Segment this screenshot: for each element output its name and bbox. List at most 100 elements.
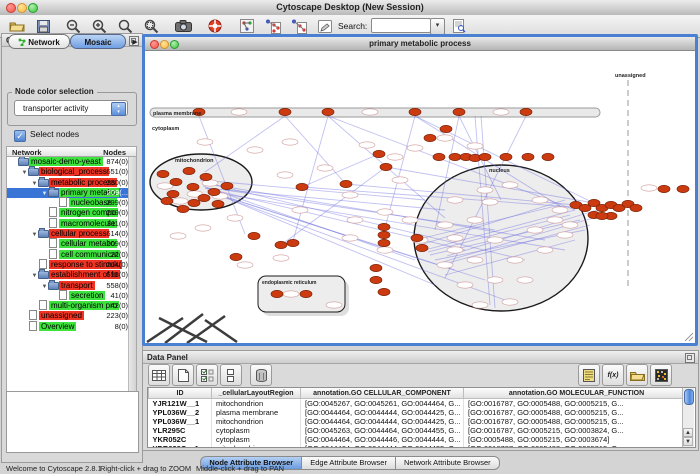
attribute-table-icon[interactable] bbox=[148, 364, 170, 386]
tree-item[interactable]: ▼biological_process651(0) bbox=[7, 167, 136, 177]
selected-node[interactable] bbox=[212, 200, 224, 207]
selected-node[interactable] bbox=[380, 163, 392, 170]
selected-node[interactable] bbox=[370, 276, 382, 283]
table-scrollbar[interactable]: ▲ ▼ bbox=[682, 388, 694, 447]
network-canvas[interactable]: plasma membrane cytoplasm mitochondrion … bbox=[145, 50, 695, 343]
node[interactable] bbox=[532, 197, 548, 203]
selected-node[interactable] bbox=[188, 199, 200, 206]
node[interactable] bbox=[387, 154, 403, 160]
table-column-header[interactable]: annotation.GO MOLECULAR_FUNCTION bbox=[464, 388, 690, 399]
float-data-panel-icon[interactable] bbox=[685, 353, 695, 363]
tree-item[interactable]: cellular metabo209(0) bbox=[7, 239, 136, 249]
node[interactable] bbox=[277, 172, 293, 178]
selected-node[interactable] bbox=[479, 153, 491, 160]
selected-node[interactable] bbox=[522, 153, 534, 160]
attribute-matrix-icon[interactable] bbox=[650, 364, 672, 386]
node[interactable] bbox=[392, 177, 408, 183]
selected-node[interactable] bbox=[500, 153, 512, 160]
advanced-search-icon[interactable] bbox=[448, 17, 470, 35]
selected-node[interactable] bbox=[200, 173, 212, 180]
node[interactable] bbox=[447, 235, 463, 241]
node[interactable] bbox=[477, 187, 493, 193]
tree-item[interactable]: ▼establishment of lo558(0) bbox=[7, 270, 136, 280]
selected-node[interactable] bbox=[275, 241, 287, 248]
table-row[interactable]: YKR052Ccytoplasm[GO:0044464, GO:0044446,… bbox=[149, 435, 690, 444]
node[interactable] bbox=[273, 255, 289, 261]
table-column-header[interactable]: ID bbox=[149, 388, 212, 399]
node[interactable] bbox=[326, 302, 342, 308]
node[interactable] bbox=[377, 247, 393, 253]
selected-node[interactable] bbox=[378, 239, 390, 246]
selected-node[interactable] bbox=[177, 205, 189, 212]
selected-node[interactable] bbox=[542, 153, 554, 160]
table-row[interactable]: YJR121W__1mitochondrion[GO:0045267, GO:0… bbox=[149, 399, 690, 409]
node[interactable] bbox=[447, 197, 463, 203]
selected-node[interactable] bbox=[221, 182, 233, 189]
node[interactable] bbox=[537, 247, 553, 253]
selected-node[interactable] bbox=[378, 223, 390, 230]
node[interactable] bbox=[237, 262, 253, 268]
selected-node[interactable] bbox=[378, 288, 390, 295]
scrollbar-thumb[interactable] bbox=[684, 389, 694, 405]
node[interactable] bbox=[282, 139, 298, 145]
node[interactable] bbox=[467, 217, 483, 223]
selected-node[interactable] bbox=[440, 125, 452, 132]
selected-node[interactable] bbox=[248, 232, 260, 239]
node[interactable] bbox=[557, 232, 573, 238]
zoom-window-button[interactable] bbox=[28, 3, 38, 13]
node[interactable] bbox=[317, 165, 333, 171]
node[interactable] bbox=[407, 145, 423, 151]
selected-node[interactable] bbox=[370, 264, 382, 271]
selected-node[interactable] bbox=[630, 204, 642, 211]
selected-node[interactable] bbox=[373, 150, 385, 157]
birds-eye-view[interactable] bbox=[6, 391, 139, 453]
table-row[interactable]: YLR295Ccytoplasm[GO:0045263, GO:0044464,… bbox=[149, 426, 690, 435]
selected-node[interactable] bbox=[183, 167, 195, 174]
selected-node[interactable] bbox=[424, 134, 436, 141]
select-nodes-checkbox[interactable]: ✓ bbox=[14, 130, 26, 142]
selected-node[interactable] bbox=[416, 244, 428, 251]
selected-node[interactable] bbox=[300, 290, 312, 297]
tree-item[interactable]: ▼cellular process614(0) bbox=[7, 229, 136, 239]
tree-item[interactable]: macromolecule311(0) bbox=[7, 219, 136, 229]
node[interactable] bbox=[547, 217, 563, 223]
scroll-up-icon[interactable]: ▲ bbox=[683, 428, 693, 437]
network-minimize-button[interactable] bbox=[160, 40, 169, 49]
node[interactable] bbox=[283, 291, 299, 297]
node[interactable] bbox=[402, 217, 418, 223]
tree-item[interactable]: multi-organism pro42(0) bbox=[7, 301, 136, 311]
node[interactable] bbox=[502, 182, 518, 188]
tree-item[interactable]: unassigned223(0) bbox=[7, 311, 136, 321]
node[interactable] bbox=[447, 247, 463, 253]
node[interactable] bbox=[493, 109, 509, 115]
table-row[interactable]: YPL036W__2plasma membrane[GO:0044464, GO… bbox=[149, 408, 690, 417]
zoom-selected-region-icon[interactable] bbox=[140, 17, 162, 35]
search-input[interactable] bbox=[371, 18, 431, 33]
node[interactable] bbox=[527, 227, 543, 233]
attribute-table[interactable]: ID_cellularLayoutRegionannotation.GO CEL… bbox=[147, 387, 696, 448]
node[interactable] bbox=[507, 257, 523, 263]
node-color-dropdown[interactable]: transporter activity ▴▾ bbox=[14, 100, 128, 116]
node[interactable] bbox=[197, 139, 213, 145]
network-close-button[interactable] bbox=[150, 40, 159, 49]
selected-node[interactable] bbox=[453, 108, 465, 115]
tree-item[interactable]: nucleobase-209(0) bbox=[7, 198, 136, 208]
node[interactable] bbox=[359, 142, 375, 148]
edge[interactable] bbox=[205, 116, 285, 172]
node[interactable] bbox=[172, 198, 188, 204]
selected-node[interactable] bbox=[411, 234, 423, 241]
select-attributes-icon[interactable] bbox=[196, 364, 218, 386]
selected-node[interactable] bbox=[187, 183, 199, 190]
tree-item[interactable]: ▼primary metabo209(... bbox=[7, 188, 136, 198]
node[interactable] bbox=[552, 207, 568, 213]
node[interactable] bbox=[467, 257, 483, 263]
selected-node[interactable] bbox=[157, 170, 169, 177]
table-row[interactable]: YPL036W__1mitochondrion[GO:0044464, GO:0… bbox=[149, 417, 690, 426]
search-dropdown-button[interactable]: ▾ bbox=[430, 18, 445, 35]
network-overview-icon[interactable] bbox=[236, 17, 258, 35]
tab-network[interactable]: Network bbox=[8, 34, 70, 49]
node[interactable] bbox=[437, 262, 453, 268]
resize-grip-icon[interactable] bbox=[685, 333, 693, 341]
selected-node[interactable] bbox=[677, 185, 689, 192]
selected-node[interactable] bbox=[170, 178, 182, 185]
